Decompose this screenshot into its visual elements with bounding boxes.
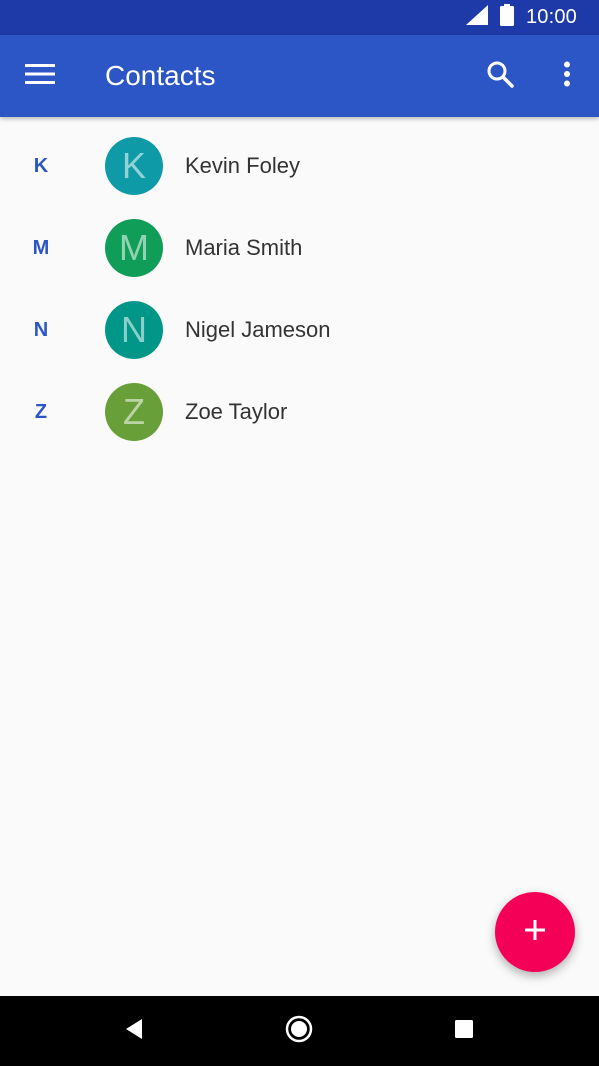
status-bar: 10:00 (0, 0, 599, 35)
more-options-button[interactable] (548, 55, 586, 97)
signal-icon (465, 5, 488, 30)
page-title: Contacts (105, 60, 216, 91)
contact-name: Maria Smith (185, 235, 303, 260)
section-letter: Z (34, 401, 48, 423)
battery-icon (499, 4, 514, 31)
section-letter: M (32, 237, 50, 259)
contact-row-kevin-foley[interactable]: K K Kevin Foley (0, 125, 599, 207)
add-contact-button[interactable] (495, 892, 575, 972)
back-icon (124, 1018, 144, 1045)
status-time: 10:00 (525, 6, 577, 28)
contact-name: Zoe Taylor (185, 399, 288, 424)
menu-button[interactable] (18, 56, 62, 96)
recents-button[interactable] (442, 1010, 486, 1052)
search-icon (486, 60, 514, 93)
section-letter: K (33, 155, 49, 177)
contact-row-zoe-taylor[interactable]: Z Z Zoe Taylor (0, 371, 599, 453)
status-icons: 10:00 (465, 0, 577, 35)
menu-icon (25, 63, 55, 90)
contact-name: Nigel Jameson (185, 317, 331, 342)
section-letter: N (33, 319, 49, 341)
contact-list: K K Kevin Foley M M Maria Smith N N Nige… (0, 125, 599, 453)
contact-row-maria-smith[interactable]: M M Maria Smith (0, 207, 599, 289)
avatar: M (105, 219, 163, 277)
contact-name: Kevin Foley (185, 153, 300, 178)
avatar: N (105, 301, 163, 359)
contact-row-nigel-jameson[interactable]: N N Nigel Jameson (0, 289, 599, 371)
avatar: Z (105, 383, 163, 441)
app-bar: Contacts (0, 35, 599, 117)
plus-icon (523, 918, 547, 947)
recents-icon (454, 1019, 474, 1044)
navigation-bar (0, 996, 599, 1066)
search-button[interactable] (478, 55, 522, 97)
home-icon (285, 1015, 313, 1048)
home-button[interactable] (277, 1010, 321, 1052)
avatar: K (105, 137, 163, 195)
back-button[interactable] (112, 1010, 156, 1052)
more-vert-icon (563, 61, 571, 92)
